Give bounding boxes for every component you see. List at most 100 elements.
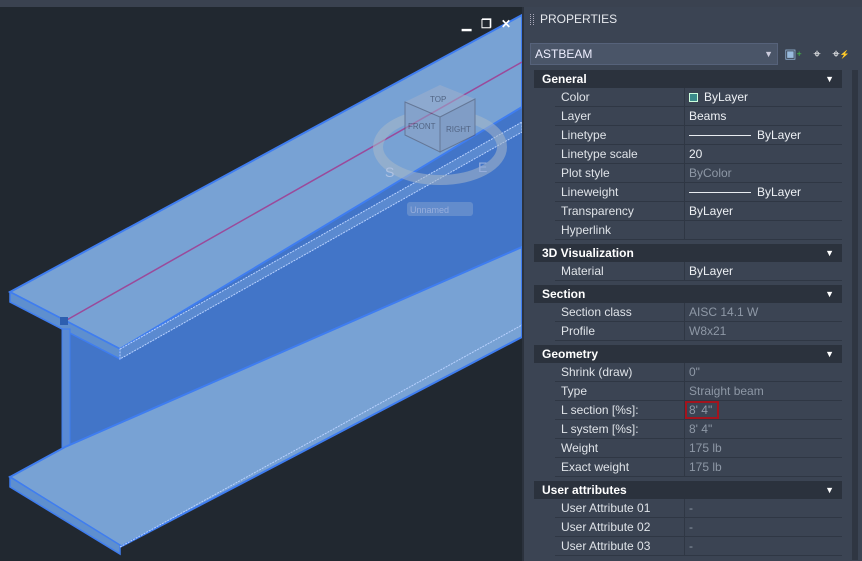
property-label: Weight	[555, 439, 685, 457]
category-label: Geometry	[542, 347, 599, 361]
compass-s[interactable]: S	[385, 164, 394, 180]
property-value[interactable]: 20	[685, 145, 842, 163]
palette-title-bar[interactable]: PROPERTIES	[524, 7, 862, 31]
color-swatch	[689, 92, 698, 102]
property-label: Linetype scale	[555, 145, 685, 163]
property-value[interactable]: 175 lb	[685, 439, 842, 457]
property-label: Hyperlink	[555, 221, 685, 239]
collapse-icon[interactable]: ▼	[825, 248, 834, 258]
property-value-text: 20	[689, 147, 703, 161]
property-row[interactable]: Material ByLayer	[555, 262, 842, 281]
viewcube-right[interactable]: RIGHT	[446, 125, 471, 134]
property-value[interactable]: 0"	[685, 363, 842, 381]
property-row[interactable]: Linetype scale 20	[555, 145, 842, 164]
property-value-text: -	[689, 520, 693, 534]
collapse-icon[interactable]: ▼	[825, 349, 834, 359]
property-value[interactable]: ByLayer	[685, 262, 842, 280]
property-value-text: ByLayer	[757, 128, 802, 142]
property-row[interactable]: L section [%s]: 8' 4"	[555, 401, 842, 420]
property-value-text: AISC 14.1 W	[689, 305, 759, 319]
close-button[interactable]: ✕	[501, 17, 511, 31]
property-row[interactable]: Hyperlink	[555, 221, 842, 240]
property-label: Type	[555, 382, 685, 400]
property-row[interactable]: Linetype ByLayer	[555, 126, 842, 145]
property-row[interactable]: Type Straight beam	[555, 382, 842, 401]
property-row[interactable]: Transparency ByLayer	[555, 202, 842, 221]
property-value[interactable]: 175 lb	[685, 458, 842, 476]
property-value[interactable]: Beams	[685, 107, 842, 125]
property-row[interactable]: User Attribute 01-	[555, 499, 842, 518]
property-value-text: Straight beam	[689, 384, 764, 398]
property-label: Lineweight	[555, 183, 685, 201]
model-viewport[interactable]: TOP FRONT RIGHT S E Unnamed ▁ ❐ ✕	[0, 7, 522, 561]
property-row[interactable]: Profile W8x21	[555, 322, 842, 341]
viewcube-top[interactable]: TOP	[430, 95, 446, 104]
minimize-button[interactable]: ▁	[462, 17, 471, 31]
property-value[interactable]: ByLayer	[685, 126, 842, 144]
property-grid: General ▼ Color ByLayer Layer Beams Linetype By…	[534, 70, 842, 556]
object-type-select[interactable]: ASTBEAM ▼	[530, 43, 778, 65]
property-value[interactable]: AISC 14.1 W	[685, 303, 842, 321]
property-value-text: 175 lb	[689, 460, 722, 474]
property-label: Linetype	[555, 126, 685, 144]
property-value-text: Beams	[689, 109, 727, 123]
property-row[interactable]: Section class AISC 14.1 W	[555, 303, 842, 322]
category-user-attributes[interactable]: User attributes ▼	[534, 481, 842, 499]
category-general[interactable]: General ▼	[534, 70, 842, 88]
property-value[interactable]: -	[685, 499, 842, 517]
collapse-icon[interactable]: ▼	[825, 289, 834, 299]
property-value[interactable]: ByColor	[685, 164, 842, 182]
grip-point[interactable]	[60, 317, 68, 325]
property-value[interactable]: -	[685, 518, 842, 536]
toggle-pickadd-icon[interactable]: ▣ +	[784, 45, 802, 63]
property-row[interactable]: Weight 175 lb	[555, 439, 842, 458]
top-bar	[0, 0, 862, 7]
property-row[interactable]: User Attribute 02-	[555, 518, 842, 537]
line-sample	[689, 191, 751, 193]
restore-button[interactable]: ❐	[481, 17, 492, 31]
property-value-text: -	[689, 539, 693, 553]
property-row[interactable]: L system [%s]: 8' 4"	[555, 420, 842, 439]
property-value[interactable]: 8' 4"	[684, 401, 842, 419]
property-label: Color	[555, 88, 685, 106]
grip-icon[interactable]	[530, 13, 534, 25]
collapse-icon[interactable]: ▼	[825, 485, 834, 495]
category-label: Section	[542, 287, 586, 301]
property-value-text: 8' 4"	[684, 401, 720, 419]
property-row[interactable]: Lineweight ByLayer	[555, 183, 842, 202]
property-value-text: ByLayer	[704, 90, 749, 104]
property-row[interactable]: User Attribute 03-	[555, 537, 842, 556]
property-label: Transparency	[555, 202, 685, 220]
property-row[interactable]: Exact weight 175 lb	[555, 458, 842, 477]
beam-3d-model[interactable]: TOP FRONT RIGHT S E Unnamed	[0, 7, 522, 561]
category-section[interactable]: Section ▼	[534, 285, 842, 303]
ucs-label[interactable]: Unnamed	[410, 205, 449, 215]
property-value[interactable]: W8x21	[685, 322, 842, 340]
category-label: User attributes	[542, 483, 627, 497]
property-value[interactable]: 8' 4"	[685, 420, 842, 438]
property-value[interactable]: -	[685, 537, 842, 555]
property-row[interactable]: Plot style ByColor	[555, 164, 842, 183]
property-label: Shrink (draw)	[555, 363, 685, 381]
property-value[interactable]: ByLayer	[685, 183, 842, 201]
property-row[interactable]: Color ByLayer	[555, 88, 842, 107]
category-geometry[interactable]: Geometry ▼	[534, 345, 842, 363]
property-value[interactable]: Straight beam	[685, 382, 842, 400]
quick-select-icon[interactable]: ⌖ ⚡	[832, 45, 850, 63]
property-value-text: 0"	[689, 365, 700, 379]
select-objects-icon[interactable]: ⌖	[808, 45, 826, 63]
property-value[interactable]: ByLayer	[685, 202, 842, 220]
property-value[interactable]: ByLayer	[685, 88, 842, 106]
scrollbar[interactable]	[852, 70, 858, 560]
viewcube-front[interactable]: FRONT	[408, 122, 436, 131]
line-sample	[689, 134, 751, 136]
property-row[interactable]: Layer Beams	[555, 107, 842, 126]
collapse-icon[interactable]: ▼	[825, 74, 834, 84]
palette-title: PROPERTIES	[540, 12, 618, 26]
properties-palette: PROPERTIES ASTBEAM ▼ ▣ + ⌖ ⌖ ⚡ General ▼ Colo…	[522, 7, 862, 561]
category-3d-visualization[interactable]: 3D Visualization ▼	[534, 244, 842, 262]
property-value[interactable]	[685, 221, 842, 239]
compass-e[interactable]: E	[478, 159, 487, 175]
property-row[interactable]: Shrink (draw) 0"	[555, 363, 842, 382]
property-value-text: 175 lb	[689, 441, 722, 455]
